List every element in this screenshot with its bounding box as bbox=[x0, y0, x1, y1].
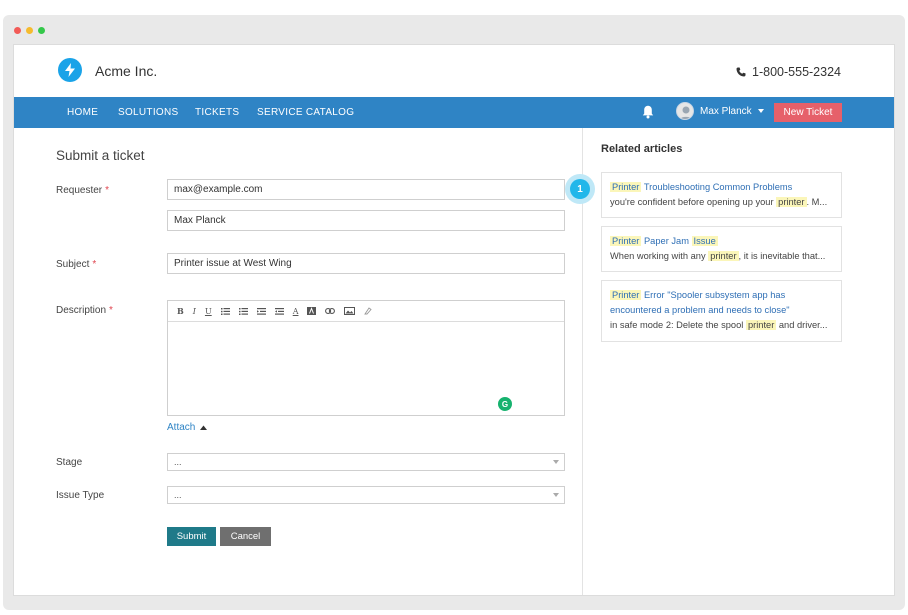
highlight: Issue bbox=[691, 236, 718, 246]
article-title-text: Paper Jam bbox=[643, 236, 689, 246]
chevron-down-icon bbox=[553, 493, 559, 497]
numbered-list-icon[interactable] bbox=[238, 307, 248, 315]
submit-button[interactable]: Submit bbox=[167, 527, 216, 546]
stage-select[interactable]: ... bbox=[167, 453, 565, 471]
main-nav: HOME SOLUTIONS TICKETS SERVICE CATALOG M… bbox=[14, 97, 894, 128]
user-menu[interactable]: Max Planck bbox=[676, 102, 764, 120]
app-window: Acme Inc. 1-800-555-2324 HOME SOLUTIONS … bbox=[13, 44, 895, 596]
issue-type-label: Issue Type bbox=[56, 490, 105, 501]
attach-label: Attach bbox=[167, 422, 196, 433]
page-title: Submit a ticket bbox=[56, 148, 145, 163]
snippet-text: in safe mode 2: Delete the spool bbox=[610, 320, 744, 330]
snippet-text: When working with any bbox=[610, 251, 706, 261]
requester-email-field[interactable]: max@example.com bbox=[167, 179, 565, 200]
article-title[interactable]: Printer Error "Spooler subsystem app has… bbox=[610, 288, 833, 318]
issue-type-select[interactable]: ... bbox=[167, 486, 565, 504]
background-color-icon[interactable] bbox=[307, 307, 317, 315]
cancel-button[interactable]: Cancel bbox=[220, 527, 271, 546]
snippet-text: . M... bbox=[806, 197, 828, 207]
clear-format-icon[interactable] bbox=[364, 307, 373, 315]
subject-label: Subject * bbox=[56, 259, 96, 270]
requester-name-field[interactable]: Max Planck bbox=[167, 210, 565, 231]
bell-icon[interactable] bbox=[642, 105, 654, 124]
highlight: Printer bbox=[610, 236, 642, 246]
nav-service-catalog[interactable]: SERVICE CATALOG bbox=[257, 107, 354, 118]
required-marker: * bbox=[109, 305, 113, 316]
related-articles-title: Related articles bbox=[601, 143, 683, 155]
required-marker: * bbox=[105, 185, 110, 196]
article-title[interactable]: Printer Troubleshooting Common Problems bbox=[610, 180, 833, 195]
highlight: printer bbox=[708, 251, 739, 261]
caret-up-icon bbox=[200, 425, 208, 430]
user-name: Max Planck bbox=[700, 105, 752, 117]
step-badge: 1 bbox=[565, 174, 595, 204]
bolt-logo-icon bbox=[58, 58, 82, 82]
article-title[interactable]: Printer Paper Jam Issue bbox=[610, 234, 833, 249]
nav-tickets[interactable]: TICKETS bbox=[195, 107, 239, 118]
bold-icon[interactable]: B bbox=[177, 306, 184, 316]
description-editor[interactable]: B I U A G bbox=[167, 300, 565, 416]
new-ticket-button[interactable]: New Ticket bbox=[774, 103, 842, 122]
snippet-text: , it is inevitable that... bbox=[738, 251, 826, 261]
editor-toolbar: B I U A bbox=[168, 301, 564, 322]
highlight: printer bbox=[776, 197, 807, 207]
minimize-dot[interactable] bbox=[26, 27, 33, 34]
font-color-icon[interactable]: A bbox=[293, 307, 299, 316]
highlight: printer bbox=[745, 320, 777, 330]
requester-email-value: max@example.com bbox=[174, 184, 263, 195]
attach-link[interactable]: Attach bbox=[167, 422, 208, 433]
article-title-text: Troubleshooting Common Problems bbox=[643, 182, 793, 192]
related-article-card[interactable]: Printer Error "Spooler subsystem app has… bbox=[601, 280, 842, 342]
chevron-down-icon bbox=[553, 460, 559, 464]
link-icon[interactable] bbox=[325, 308, 336, 314]
nav-home[interactable]: HOME bbox=[67, 107, 98, 118]
article-snippet: When working with any printer, it is ine… bbox=[610, 249, 833, 264]
italic-icon[interactable]: I bbox=[193, 307, 196, 316]
description-label-text: Description bbox=[56, 305, 107, 316]
issue-type-select-value: ... bbox=[174, 490, 182, 500]
indent-icon[interactable] bbox=[274, 307, 284, 315]
related-article-card[interactable]: Printer Paper Jam Issue When working wit… bbox=[601, 226, 842, 272]
page-content: Submit a ticket Requester * max@example.c… bbox=[14, 128, 894, 595]
requester-label: Requester * bbox=[56, 185, 109, 196]
required-marker: * bbox=[92, 259, 97, 270]
subject-field[interactable]: Printer issue at West Wing bbox=[167, 253, 565, 274]
subject-label-text: Subject bbox=[56, 259, 90, 270]
chevron-down-icon bbox=[757, 109, 764, 113]
window-controls bbox=[14, 27, 45, 34]
related-article-card[interactable]: Printer Troubleshooting Common Problems … bbox=[601, 172, 842, 218]
nav-solutions[interactable]: SOLUTIONS bbox=[118, 107, 179, 118]
grammarly-icon[interactable]: G bbox=[498, 397, 512, 411]
maximize-dot[interactable] bbox=[38, 27, 45, 34]
description-label: Description * bbox=[56, 305, 113, 316]
bullet-list-icon[interactable] bbox=[220, 307, 230, 315]
highlight: Printer bbox=[610, 290, 642, 300]
outdent-icon[interactable] bbox=[256, 307, 266, 315]
stage-select-value: ... bbox=[174, 457, 182, 467]
company-name: Acme Inc. bbox=[95, 63, 158, 79]
highlight: Printer bbox=[610, 182, 642, 192]
snippet-text: you're confident before opening up your bbox=[610, 197, 774, 207]
support-phone: 1-800-555-2324 bbox=[736, 65, 841, 79]
close-dot[interactable] bbox=[14, 27, 21, 34]
underline-icon[interactable]: U bbox=[205, 307, 212, 316]
phone-number: 1-800-555-2324 bbox=[752, 65, 841, 79]
subject-value: Printer issue at West Wing bbox=[174, 258, 292, 269]
image-icon[interactable] bbox=[344, 307, 356, 315]
phone-icon bbox=[736, 67, 746, 77]
requester-label-text: Requester bbox=[56, 185, 103, 196]
stage-label: Stage bbox=[56, 457, 83, 468]
article-snippet: in safe mode 2: Delete the spool printer… bbox=[610, 318, 833, 333]
step-number: 1 bbox=[570, 179, 590, 199]
article-snippet: you're confident before opening up your … bbox=[610, 195, 833, 210]
avatar bbox=[676, 102, 694, 120]
snippet-text: and driver... bbox=[778, 320, 828, 330]
requester-name-value: Max Planck bbox=[174, 215, 226, 226]
header: Acme Inc. 1-800-555-2324 bbox=[14, 45, 894, 97]
